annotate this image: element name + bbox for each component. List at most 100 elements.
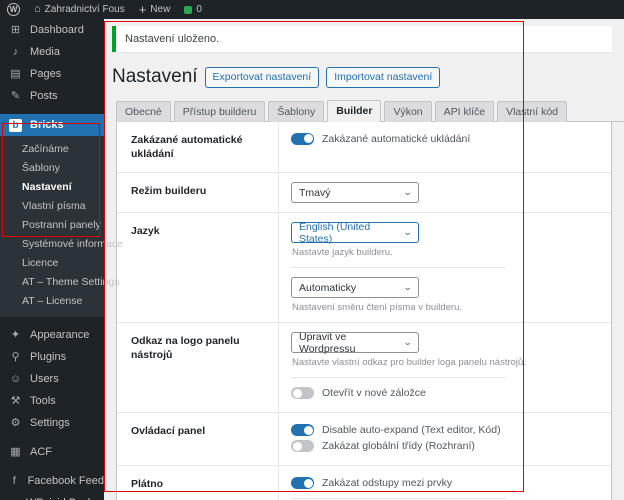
sidebar-divider: [0, 107, 104, 114]
disable-global-classes-label: Zakázat globální třídy (Rozhraní): [322, 440, 475, 453]
sidebar-item-label: Settings: [30, 417, 70, 429]
sidebar-subitem-zaciname[interactable]: Začínáme: [0, 140, 104, 159]
disable-element-spacing-toggle[interactable]: [291, 477, 314, 490]
sidebar-item-tools[interactable]: ⚒ Tools: [0, 390, 104, 412]
sidebar-item-acf[interactable]: ▦ ACF: [0, 441, 104, 463]
sidebar-item-label: Bricks: [30, 119, 64, 131]
new-content-label: New: [150, 4, 171, 15]
sidebar-subitem-postranni-panely[interactable]: Postranní panely: [0, 216, 104, 235]
setting-label: Plátno: [117, 466, 279, 500]
disable-auto-expand-toggle-line[interactable]: Disable auto-expand (Text editor, Kód): [291, 424, 599, 437]
chevron-down-icon: ⌄: [403, 187, 413, 198]
sidebar-item-label: Users: [30, 373, 59, 385]
acf-icon: ▦: [10, 445, 21, 458]
setting-row-control-panel: Ovládací panel Disable auto-expand (Text…: [117, 413, 611, 467]
builder-mode-value: Tmavý: [299, 186, 331, 199]
setting-field: Disable auto-expand (Text editor, Kód) Z…: [279, 413, 611, 465]
plus-icon: +: [138, 2, 147, 17]
wordpress-logo-icon: [7, 3, 20, 16]
builder-mode-select[interactable]: Tmavý ⌄: [291, 182, 419, 204]
main-content: Nastavení uloženo. Nastavení Exportovat …: [104, 19, 624, 500]
tab-obecne[interactable]: Obecné: [116, 100, 171, 122]
new-tab-toggle[interactable]: [291, 387, 314, 400]
settings-saved-notice: Nastavení uloženo.: [112, 26, 612, 52]
sidebar-item-posts[interactable]: ✎ Posts: [0, 85, 104, 107]
sidebar-item-settings[interactable]: ⚙ Settings: [0, 412, 104, 434]
sidebar-subitem-at-theme-settings[interactable]: AT – Theme Settings: [0, 273, 119, 292]
toolbar-logo-link-help: Nastavte vlastní odkaz pro builder loga …: [292, 357, 526, 369]
tab-builder[interactable]: Builder: [327, 99, 382, 122]
setting-field: Upravit ve Wordpressu ⌄ Nastavte vlastní…: [279, 323, 611, 412]
sidebar-item-media[interactable]: ♪ Media: [0, 41, 104, 63]
disable-auto-expand-toggle[interactable]: [291, 424, 314, 437]
plugins-icon: ⚲: [11, 350, 20, 363]
posts-icon: ✎: [10, 89, 21, 102]
setting-field: Zakázané automatické ukládání: [279, 122, 611, 172]
sidebar-item-label: Media: [30, 46, 60, 58]
setting-row-autosave: Zakázané automatické ukládání Zakázané a…: [117, 121, 611, 174]
sidebar-item-plugins[interactable]: ⚲ Plugins: [0, 346, 104, 368]
sidebar-item-dashboard[interactable]: ⊞ Dashboard: [0, 19, 104, 41]
setting-label: Odkaz na logo panelu nástrojů: [117, 323, 279, 413]
sidebar-item-label: Appearance: [30, 329, 90, 341]
sidebar-item-appearance[interactable]: ✦ Appearance: [0, 324, 104, 346]
sidebar-item-wpvivid-backup[interactable]: ☁ WPvivid Backup: [0, 492, 105, 500]
tab-vykon[interactable]: Výkon: [384, 100, 432, 122]
sidebar-subitem-nastaveni[interactable]: Nastavení: [0, 178, 104, 197]
home-icon: ⌂: [34, 3, 41, 15]
sidebar-item-label: Tools: [30, 395, 56, 407]
settings-icon: ⚙: [10, 416, 21, 429]
dashboard-icon: ⊞: [10, 23, 21, 36]
disable-element-spacing-toggle-line[interactable]: Zakázat odstupy mezi prvky: [291, 477, 599, 490]
import-settings-button[interactable]: Importovat nastavení: [326, 66, 441, 88]
tab-vlastni-kod[interactable]: Vlastní kód: [497, 100, 568, 122]
chevron-down-icon: ⌄: [403, 227, 413, 238]
wp-logo-button[interactable]: [0, 0, 27, 19]
field-divider: [291, 377, 506, 379]
sidebar-item-bricks[interactable]: b Bricks: [0, 114, 111, 136]
sidebar-divider: [0, 434, 104, 441]
settings-tabs: Obecné Přístup builderu Šablony Builder …: [116, 99, 624, 122]
users-icon: ☺: [9, 372, 22, 385]
setting-row-canvas: Plátno Zakázat odstupy mezi prvky: [117, 466, 611, 500]
setting-label: Ovládací panel: [117, 413, 279, 466]
new-tab-toggle-line[interactable]: Otevřít v nové záložce: [291, 387, 599, 400]
sidebar-item-label: Pages: [30, 68, 62, 80]
sidebar-item-pages[interactable]: ▤ Pages: [0, 63, 104, 85]
setting-label: Jazyk: [117, 213, 279, 323]
language-select[interactable]: English (United States) ⌄: [291, 221, 419, 245]
setting-row-toolbar-logo-link: Odkaz na logo panelu nástrojů Upravit ve…: [117, 323, 611, 414]
autosave-toggle-line[interactable]: Zakázané automatické ukládání: [291, 132, 599, 145]
sidebar-submenu-bricks: Začínáme Šablony Nastavení Vlastní písma…: [0, 136, 123, 317]
appearance-icon: ✦: [10, 328, 21, 341]
disable-auto-expand-label: Disable auto-expand (Text editor, Kód): [322, 424, 501, 437]
sidebar-subitem-sablony[interactable]: Šablony: [0, 159, 104, 178]
text-direction-select[interactable]: Automaticky ⌄: [291, 277, 419, 299]
disable-element-spacing-label: Zakázat odstupy mezi prvky: [322, 477, 453, 490]
sidebar-item-users[interactable]: ☺ Users: [0, 368, 104, 390]
disable-global-classes-toggle[interactable]: [291, 440, 314, 453]
setting-row-builder-mode: Režim builderu Tmavý ⌄: [117, 173, 611, 214]
sidebar-subitem-licence[interactable]: Licence: [0, 254, 104, 273]
page-header: Nastavení Exportovat nastavení Importova…: [112, 66, 624, 89]
toolbar-logo-link-select[interactable]: Upravit ve Wordpressu ⌄: [291, 331, 419, 355]
autosave-toggle[interactable]: [291, 132, 314, 145]
tab-pristup-builderu[interactable]: Přístup builderu: [173, 100, 266, 122]
comments-button[interactable]: 0: [177, 0, 209, 19]
disable-global-classes-toggle-line[interactable]: Zakázat globální třídy (Rozhraní): [291, 440, 599, 453]
comment-bubble-icon: [184, 5, 193, 14]
sidebar-subitem-vlastni-pisma[interactable]: Vlastní písma: [0, 197, 104, 216]
new-content-button[interactable]: + New: [132, 0, 178, 19]
export-settings-button[interactable]: Exportovat nastavení: [204, 66, 320, 88]
sidebar-subitem-at-license[interactable]: AT – License: [0, 292, 104, 311]
tab-sablony[interactable]: Šablony: [268, 100, 325, 122]
settings-panel: Zakázané automatické ukládání Zakázané a…: [116, 121, 612, 500]
tab-api-klice[interactable]: API klíče: [434, 100, 495, 122]
setting-label: Režim builderu: [117, 173, 279, 213]
site-name-button[interactable]: ⌂ Zahradnictví Fous: [27, 0, 132, 19]
sidebar-item-label: Posts: [30, 90, 58, 102]
sidebar-item-facebook-feed[interactable]: f Facebook Feed: [0, 470, 104, 492]
chevron-down-icon: ⌄: [403, 337, 413, 348]
sidebar-subitem-systemove-informace[interactable]: Systémové informace: [0, 235, 123, 254]
sidebar-divider: [0, 317, 104, 324]
